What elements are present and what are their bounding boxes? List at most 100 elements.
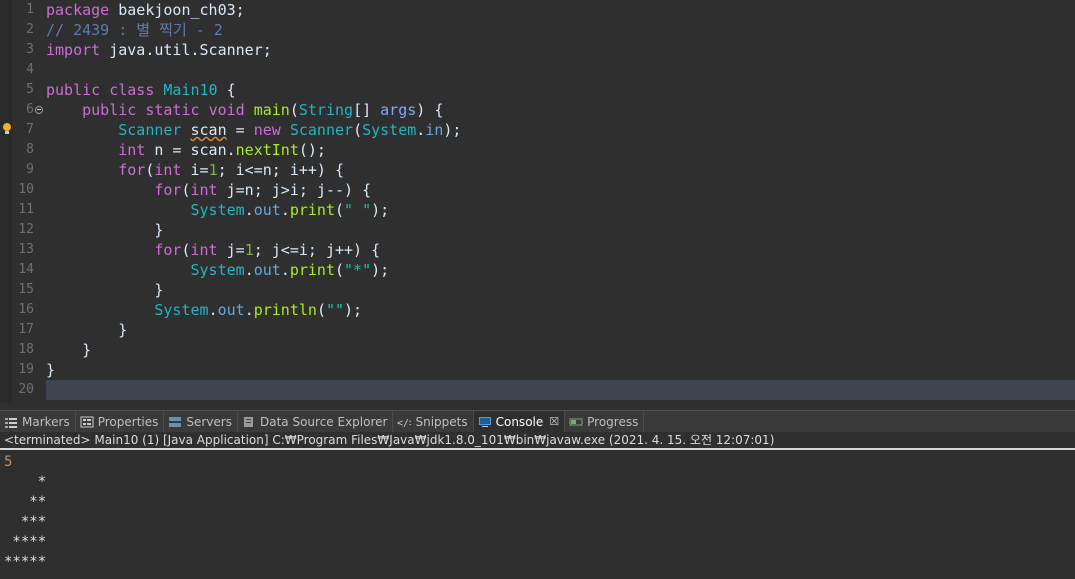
code-token: ); (371, 201, 390, 219)
code-token: println (253, 301, 317, 319)
tab-properties[interactable]: Properties (76, 410, 165, 433)
code-token: . (416, 121, 426, 139)
console-status-text: <terminated> Main10 (1) [Java Applicatio… (4, 433, 775, 447)
tab-snippets[interactable]: </> Snippets (393, 410, 474, 433)
line-number: 15 (18, 282, 34, 297)
code-token: ( (181, 241, 191, 259)
code-token: int (190, 181, 227, 199)
code-token: class (109, 81, 164, 99)
code-line[interactable]: for(int i=1; i<=n; i++) { (46, 160, 1075, 180)
code-token: ( (316, 301, 326, 319)
code-line[interactable]: for(int j=1; j<=i; j++) { (46, 240, 1075, 260)
console-output-line: *** (4, 514, 47, 530)
code-line[interactable]: } (46, 320, 1075, 340)
code-line[interactable]: public class Main10 { (46, 80, 1075, 100)
line-number: 5 (26, 82, 34, 97)
line-number: 11 (18, 202, 34, 217)
tab-label: Console (495, 414, 544, 429)
line-number: 13 (18, 242, 34, 257)
code-token: ); (344, 301, 363, 319)
code-line[interactable]: } (46, 220, 1075, 240)
tab-servers[interactable]: Servers (164, 410, 238, 433)
close-tab-icon[interactable]: ☒ (549, 415, 559, 428)
code-token: ( (335, 261, 345, 279)
line-number: 3 (26, 42, 34, 57)
code-token: "" (325, 301, 345, 319)
console-output-line: ***** (4, 554, 47, 570)
snippets-icon: </> (397, 418, 411, 428)
code-line[interactable]: package baekjoon_ch03; (46, 0, 1075, 20)
code-token: 1 (208, 161, 218, 179)
code-line[interactable]: System.out.print(" "); (46, 200, 1075, 220)
code-token: package (46, 1, 119, 19)
line-number: 4 (26, 62, 34, 77)
code-token: for (154, 241, 182, 259)
tab-label: Data Source Explorer (260, 414, 388, 429)
code-token: ); (443, 121, 462, 139)
code-token: ( (181, 181, 191, 199)
tab-markers[interactable]: Markers (0, 410, 76, 433)
console-output[interactable]: 5 * ** *** **** ***** (0, 452, 1075, 579)
code-line[interactable]: // 2439 : 별 찍기 - 2 (46, 20, 1075, 40)
code-line[interactable]: } (46, 280, 1075, 300)
code-token: . (208, 301, 218, 319)
code-line[interactable]: } (46, 360, 1075, 380)
line-number: 1 (26, 2, 34, 17)
code-token: main (253, 101, 290, 119)
code-token: ; j<=i; j++) { (253, 241, 381, 259)
properties-icon (80, 416, 94, 427)
code-line[interactable]: System.out.println(""); (46, 300, 1075, 320)
lightbulb-warning-icon[interactable] (2, 122, 12, 136)
code-token: Scanner (289, 121, 354, 139)
tab-console[interactable]: Console ☒ (473, 410, 566, 433)
code-editor[interactable]: 1 2 3 4 5 6 7 8 9 10 11 12 13 14 15 16 17 18 19 20 package … (0, 0, 1075, 403)
code-token: } (46, 321, 128, 339)
code-token: (); (298, 141, 326, 159)
code-token: java.util.Scanner; (109, 41, 272, 59)
code-line[interactable]: Scanner scan = new Scanner(System.in); (46, 120, 1075, 140)
code-token: public (82, 101, 146, 119)
line-number: 20 (18, 382, 34, 397)
line-number: 8 (26, 142, 34, 157)
code-token: } (46, 221, 164, 239)
code-token: int (154, 161, 191, 179)
code-token: System (190, 261, 245, 279)
code-token: new (253, 121, 290, 139)
svg-text:</>: </> (397, 418, 411, 428)
code-line[interactable]: import java.util.Scanner; (46, 40, 1075, 60)
code-line[interactable] (46, 60, 1075, 80)
line-number: 9 (26, 162, 34, 177)
code-line[interactable]: } (46, 340, 1075, 360)
progress-icon (569, 418, 583, 425)
servers-icon (169, 416, 182, 427)
code-token: } (46, 281, 164, 299)
code-token: . (280, 261, 290, 279)
code-token: j=n; j>i; j--) { (226, 181, 372, 199)
code-line[interactable]: int n = scan.nextInt(); (46, 140, 1075, 160)
code-token: print (289, 261, 335, 279)
code-token: i= (190, 161, 209, 179)
code-token: . (280, 201, 290, 219)
code-line[interactable] (46, 380, 1075, 400)
code-token: } (46, 361, 56, 379)
code-token: ) { (416, 101, 444, 119)
code-line[interactable]: public static void main(String[] args) { (46, 100, 1075, 120)
console-output-line: **** (4, 534, 47, 550)
fold-collapse-icon[interactable] (35, 106, 43, 114)
code-token: public (46, 81, 110, 99)
line-number: 16 (18, 302, 34, 317)
code-token: for (118, 161, 146, 179)
code-line[interactable]: for(int j=n; j>i; j--) { (46, 180, 1075, 200)
code-line[interactable]: System.out.print("*"); (46, 260, 1075, 280)
tab-progress[interactable]: Progress (565, 410, 645, 433)
tab-data-source-explorer[interactable]: Data Source Explorer (238, 410, 394, 433)
code-token: nextInt (235, 141, 299, 159)
code-token: void (208, 101, 254, 119)
code-text[interactable]: package baekjoon_ch03;// 2439 : 별 찍기 - 2… (46, 0, 1075, 400)
code-token: String (298, 101, 354, 119)
